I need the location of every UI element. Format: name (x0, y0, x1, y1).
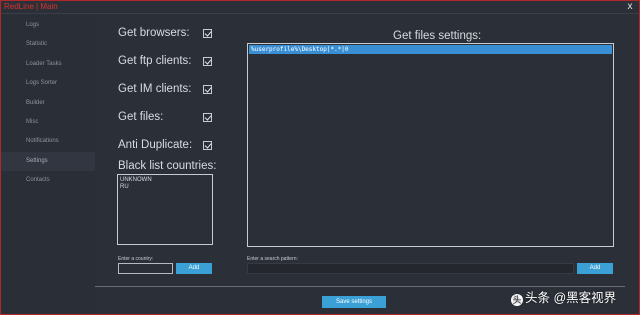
title-bar: RedLine | Main x (1, 1, 639, 13)
app-window: RedLine | Main x Logs Statistic Loader T… (0, 0, 640, 315)
get-files-checkbox[interactable] (203, 113, 212, 122)
window-title: RedLine | Main (4, 2, 58, 11)
search-pattern-input[interactable] (247, 263, 574, 274)
anti-duplicate-label: Anti Duplicate: (118, 139, 193, 151)
list-item[interactable]: UNKNOWN (120, 177, 210, 184)
file-patterns-listbox[interactable]: %userprofile%\Desktop|*.*|0 (247, 43, 614, 247)
title-divider (1, 13, 639, 14)
country-input[interactable] (118, 263, 173, 274)
sidebar-item-statistic[interactable]: Statistic (1, 35, 95, 54)
sidebar-item-logs-sorter[interactable]: Logs Sorter (1, 74, 95, 93)
watermark: 头头条 @黑客视界 (511, 290, 616, 306)
save-settings-button[interactable]: Save settings (322, 296, 386, 308)
footer-divider (95, 286, 625, 287)
sidebar-item-loader-tasks[interactable]: Loader Tasks (1, 55, 95, 74)
add-pattern-button[interactable]: Add (577, 263, 613, 274)
list-item[interactable]: %userprofile%\Desktop|*.*|0 (249, 45, 612, 54)
watermark-text: 头条 @黑客视界 (525, 291, 617, 305)
sidebar-item-builder[interactable]: Builder (1, 94, 95, 113)
get-im-checkbox[interactable] (203, 85, 212, 94)
get-files-label: Get files: (118, 111, 164, 123)
list-item[interactable]: RU (120, 184, 210, 191)
country-input-label: Enter a country: (118, 256, 154, 262)
sidebar: Logs Statistic Loader Tasks Logs Sorter … (1, 14, 95, 314)
get-browsers-label: Get browsers: (118, 27, 190, 39)
close-icon[interactable]: x (623, 1, 637, 13)
blacklist-title: Black list countries: (118, 160, 217, 172)
anti-duplicate-checkbox[interactable] (203, 141, 212, 150)
add-country-button[interactable]: Add (176, 263, 212, 274)
files-settings-title: Get files settings: (393, 30, 482, 42)
sidebar-item-misc[interactable]: Misc (1, 113, 95, 132)
get-ftp-checkbox[interactable] (203, 57, 212, 66)
sidebar-item-contacts[interactable]: Contacts (1, 171, 95, 190)
sidebar-item-notifications[interactable]: Notifications (1, 132, 95, 151)
blacklist-listbox[interactable]: UNKNOWN RU (117, 174, 213, 245)
sidebar-item-logs[interactable]: Logs (1, 16, 95, 35)
sidebar-item-settings[interactable]: Settings (1, 152, 95, 171)
get-ftp-label: Get ftp clients: (118, 55, 192, 67)
pattern-input-label: Enter a search pattern: (247, 256, 298, 262)
get-im-label: Get IM clients: (118, 83, 192, 95)
watermark-logo-icon: 头 (511, 294, 523, 306)
get-browsers-checkbox[interactable] (203, 29, 212, 38)
